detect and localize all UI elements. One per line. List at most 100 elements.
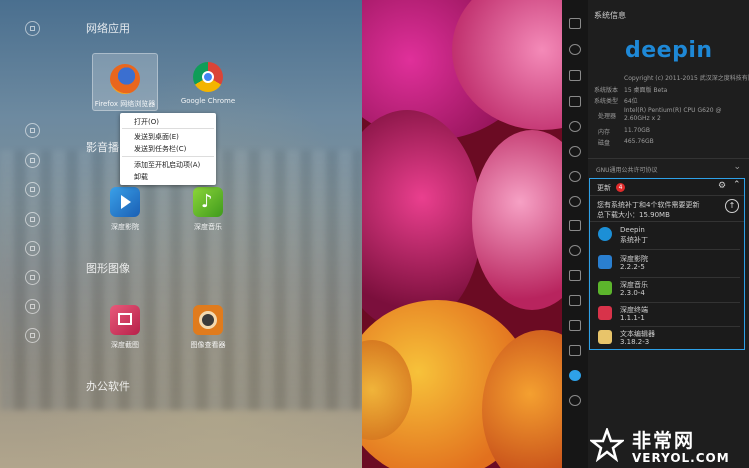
personalization-icon[interactable] xyxy=(569,121,581,132)
category-internet-icon[interactable] xyxy=(25,123,40,138)
bluetooth-icon[interactable] xyxy=(569,345,581,356)
category-development-icon[interactable] xyxy=(25,299,40,314)
info-label: 磁盘 xyxy=(598,140,611,147)
info-label: 内存 xyxy=(598,129,611,136)
deepin-screenshot-icon xyxy=(110,305,140,335)
divider xyxy=(590,195,744,196)
list-item[interactable]: 深度终端 1.1.1-1 xyxy=(590,303,744,327)
desktop-wallpaper xyxy=(362,0,562,468)
watermark: 非常网 VERYOL.COM xyxy=(588,424,749,468)
gear-icon[interactable]: ⚙ xyxy=(718,181,726,191)
power-icon[interactable] xyxy=(569,220,581,231)
panel-title: 系统信息 xyxy=(594,11,626,20)
menu-separator xyxy=(122,156,214,157)
info-value: Intel(R) Pentium(R) CPU G620 @ 2.60GHz x… xyxy=(624,107,722,122)
app-image-viewer[interactable]: 图像查看器 xyxy=(173,305,243,350)
display-icon[interactable] xyxy=(569,70,581,81)
shutdown-icon[interactable] xyxy=(569,395,581,406)
app-label: 深度影院 xyxy=(111,223,139,231)
grub-icon[interactable] xyxy=(569,320,581,331)
control-center: 系统信息 deepin Copyright (c) 2011-2015 武汉深之… xyxy=(562,0,749,468)
divider xyxy=(590,221,744,222)
star-logo-icon xyxy=(588,426,626,463)
shortcuts-icon[interactable] xyxy=(569,295,581,306)
category-games-icon[interactable] xyxy=(25,182,40,197)
menu-item-send-to-dock[interactable]: 发送到任务栏(C) xyxy=(134,144,186,154)
network-icon[interactable] xyxy=(569,146,581,157)
package-name: Deepin xyxy=(620,226,645,234)
context-menu: 打开(O) 发送到桌面(E) 发送到任务栏(C) 添加至开机启动项(A) 卸载 xyxy=(120,113,216,185)
app-firefox[interactable]: Firefox 网络浏览器 xyxy=(92,53,158,111)
deepin-movie-icon xyxy=(110,187,140,217)
list-item[interactable]: 文本编辑器 3.18.2-3 xyxy=(590,327,744,349)
app-label: 图像查看器 xyxy=(190,341,226,349)
category-multimedia-icon[interactable] xyxy=(25,153,40,168)
section-title-multimedia: 影音播 xyxy=(86,141,119,154)
info-value: 465.76GB xyxy=(624,138,654,145)
menu-item-uninstall[interactable]: 卸载 xyxy=(134,172,148,182)
divider xyxy=(588,158,749,159)
image-viewer-icon xyxy=(193,305,223,335)
list-item[interactable]: 深度影院 2.2.2-5 xyxy=(590,252,744,276)
app-deepin-movie[interactable]: 深度影院 xyxy=(90,187,160,232)
menu-item-add-to-startup[interactable]: 添加至开机启动项(A) xyxy=(134,160,200,170)
update-summary: 您有系统补丁和4个软件需要更新 xyxy=(597,201,700,209)
category-graphics-icon[interactable] xyxy=(25,212,40,227)
deepin-movie-icon xyxy=(598,255,612,269)
info-value: 15 桌面版 Beta xyxy=(624,87,668,94)
app-deepin-screenshot[interactable]: 深度截图 xyxy=(90,305,160,350)
deepin-music-icon: ♪ xyxy=(193,187,223,217)
category-productivity-icon[interactable] xyxy=(25,241,40,256)
watermark-cn: 非常网 xyxy=(632,430,696,452)
list-item[interactable]: Deepin 系统补丁 xyxy=(590,224,744,248)
package-version: 系统补丁 xyxy=(620,236,648,244)
deepin-music-icon xyxy=(598,281,612,295)
app-label: 深度音乐 xyxy=(194,223,222,231)
system-info-panel: 系统信息 deepin Copyright (c) 2011-2015 武汉深之… xyxy=(588,0,749,468)
info-label: 系统类型 xyxy=(594,98,619,105)
info-label: 系统版本 xyxy=(594,87,619,94)
mouse-icon[interactable] xyxy=(569,245,581,256)
app-label: 深度截图 xyxy=(111,341,139,349)
info-value: 11.70GB xyxy=(624,127,650,134)
category-system-icon[interactable] xyxy=(25,328,40,343)
info-value: 64位 xyxy=(624,98,638,105)
section-title-internet: 网络应用 xyxy=(86,22,130,35)
home-icon[interactable] xyxy=(569,18,581,29)
upgrade-all-button[interactable]: ↑ xyxy=(725,199,739,213)
update-panel: 更新 4 ⚙ ⌃ 您有系统补丁和4个软件需要更新 总下载大小：15.90MB ↑… xyxy=(589,178,745,350)
app-label: Google Chrome xyxy=(180,97,236,105)
divider xyxy=(620,249,740,250)
watermark-en: VERYOL.COM xyxy=(632,451,730,465)
chrome-icon xyxy=(193,62,223,92)
update-title: 更新 xyxy=(597,184,611,192)
deepin-icon xyxy=(598,227,612,241)
app-deepin-music[interactable]: ♪ 深度音乐 xyxy=(173,187,243,232)
info-label: 处理器 xyxy=(598,113,617,120)
menu-item-send-to-desktop[interactable]: 发送到桌面(E) xyxy=(134,132,179,142)
copyright-text: Copyright (c) 2011-2015 武汉深之度科技有限公司 xyxy=(624,75,749,82)
list-item[interactable]: 深度音乐 2.3.0-4 xyxy=(590,278,744,302)
category-all-icon[interactable] xyxy=(25,21,40,36)
section-title-office: 办公软件 xyxy=(86,380,130,393)
deepin-terminal-icon xyxy=(598,306,612,320)
menu-item-open[interactable]: 打开(O) xyxy=(134,117,159,127)
section-title-graphics: 图形图像 xyxy=(86,262,130,275)
app-chrome[interactable]: Google Chrome xyxy=(173,62,243,105)
app-launcher: 网络应用 影音播 图形图像 办公软件 Firefox 网络浏览器 Google … xyxy=(0,0,362,468)
system-info-icon[interactable] xyxy=(569,370,581,381)
chevron-up-icon[interactable]: ⌃ xyxy=(733,180,741,190)
account-icon[interactable] xyxy=(569,44,581,55)
text-editor-icon xyxy=(598,330,612,344)
sound-icon[interactable] xyxy=(569,171,581,182)
menu-separator xyxy=(122,128,214,129)
keyboard-icon[interactable] xyxy=(569,270,581,281)
package-version: 1.1.1-1 xyxy=(620,314,645,322)
category-reading-icon[interactable] xyxy=(25,270,40,285)
time-icon[interactable] xyxy=(569,196,581,207)
default-apps-icon[interactable] xyxy=(569,96,581,107)
control-center-sidebar xyxy=(562,0,588,468)
package-version: 2.3.0-4 xyxy=(620,289,645,297)
chevron-down-icon[interactable]: ⌄ xyxy=(733,162,741,172)
license-link[interactable]: GNU通用公共许可协议 xyxy=(596,165,658,174)
